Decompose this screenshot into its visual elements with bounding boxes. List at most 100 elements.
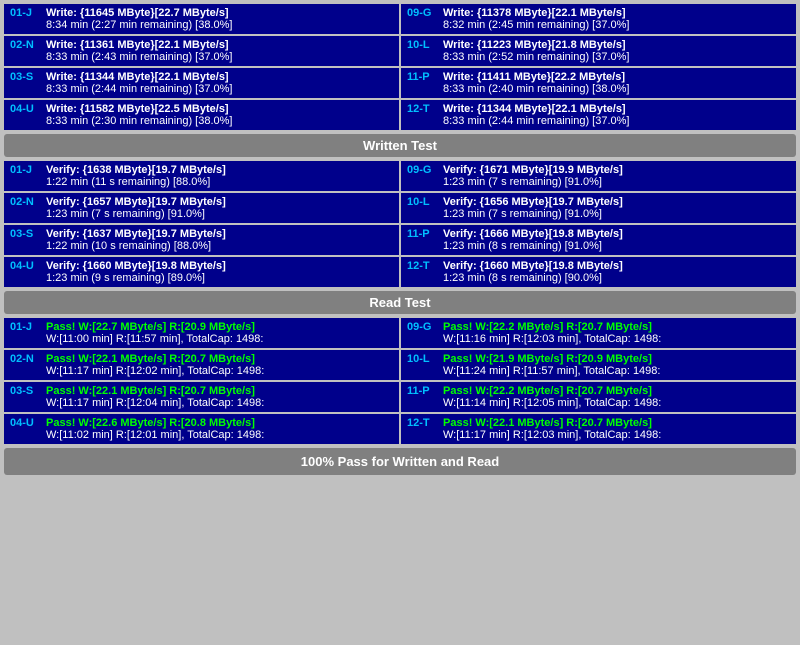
card-sub-text: 8:32 min (2:45 min remaining) [37.0%] [443, 19, 790, 31]
card-id: 04-U [10, 260, 42, 272]
card-12-T-right: 12-T Write: {11344 MByte}[22.1 MByte/s] … [401, 100, 796, 130]
card-row: 01-J Write: {11645 MByte}[22.7 MByte/s] [10, 7, 393, 19]
card-id: 01-J [10, 164, 42, 176]
card-main-text: Verify: {1660 MByte}[19.8 MByte/s] [46, 260, 226, 272]
card-main-text: Write: {11378 MByte}[22.1 MByte/s] [443, 7, 626, 19]
card-id: 11-P [407, 71, 439, 83]
card-sub-text: 1:23 min (7 s remaining) [91.0%] [443, 208, 790, 220]
write-section: 01-J Write: {11645 MByte}[22.7 MByte/s] … [4, 4, 796, 130]
card-row: 02-N Pass! W:[22.1 MByte/s] R:[20.7 MByt… [10, 353, 393, 365]
card-row: 11-P Pass! W:[22.2 MByte/s] R:[20.7 MByt… [407, 385, 790, 397]
card-main-text: Write: {11645 MByte}[22.7 MByte/s] [46, 7, 229, 19]
card-sub-text: 1:22 min (11 s remaining) [88.0%] [46, 176, 393, 188]
card-03-S-left: 03-S Write: {11344 MByte}[22.1 MByte/s] … [4, 68, 399, 98]
card-12-T-right: 12-T Pass! W:[22.1 MByte/s] R:[20.7 MByt… [401, 414, 796, 444]
card-main-text: Verify: {1671 MByte}[19.9 MByte/s] [443, 164, 623, 176]
card-main-text: Verify: {1656 MByte}[19.7 MByte/s] [443, 196, 623, 208]
card-sub-text: 8:33 min (2:44 min remaining) [37.0%] [46, 83, 393, 95]
card-sub-text: 8:33 min (2:43 min remaining) [37.0%] [46, 51, 393, 63]
card-row: 12-T Pass! W:[22.1 MByte/s] R:[20.7 MByt… [407, 417, 790, 429]
card-id: 01-J [10, 7, 42, 19]
verify-grid: 01-J Verify: {1638 MByte}[19.7 MByte/s] … [4, 161, 796, 287]
card-row: 04-U Verify: {1660 MByte}[19.8 MByte/s] [10, 260, 393, 272]
card-id: 02-N [10, 39, 42, 51]
card-detail: W:[11:17 min] R:[12:02 min], TotalCap: 1… [46, 365, 393, 377]
card-12-T-right: 12-T Verify: {1660 MByte}[19.8 MByte/s] … [401, 257, 796, 287]
card-02-N-left: 02-N Pass! W:[22.1 MByte/s] R:[20.7 MByt… [4, 350, 399, 380]
card-detail: W:[11:02 min] R:[12:01 min], TotalCap: 1… [46, 429, 393, 441]
card-sub-text: 1:23 min (8 s remaining) [91.0%] [443, 240, 790, 252]
card-sub-text: 1:23 min (8 s remaining) [90.0%] [443, 272, 790, 284]
pass-banner: 100% Pass for Written and Read [4, 448, 796, 475]
card-09-G-right: 09-G Write: {11378 MByte}[22.1 MByte/s] … [401, 4, 796, 34]
card-id: 11-P [407, 228, 439, 240]
card-pass-text: Pass! W:[22.6 MByte/s] R:[20.8 MByte/s] [46, 417, 255, 429]
card-id: 01-J [10, 321, 42, 333]
card-pass-text: Pass! W:[21.9 MByte/s] R:[20.9 MByte/s] [443, 353, 652, 365]
read-grid: 01-J Pass! W:[22.7 MByte/s] R:[20.9 MByt… [4, 318, 796, 444]
card-row: 04-U Pass! W:[22.6 MByte/s] R:[20.8 MByt… [10, 417, 393, 429]
card-id: 02-N [10, 196, 42, 208]
card-sub-text: 8:33 min (2:40 min remaining) [38.0%] [443, 83, 790, 95]
card-09-G-right: 09-G Pass! W:[22.2 MByte/s] R:[20.7 MByt… [401, 318, 796, 348]
card-main-text: Write: {11361 MByte}[22.1 MByte/s] [46, 39, 229, 51]
card-01-J-left: 01-J Pass! W:[22.7 MByte/s] R:[20.9 MByt… [4, 318, 399, 348]
card-03-S-left: 03-S Pass! W:[22.1 MByte/s] R:[20.7 MByt… [4, 382, 399, 412]
card-main-text: Verify: {1637 MByte}[19.7 MByte/s] [46, 228, 226, 240]
card-sub-text: 8:33 min (2:52 min remaining) [37.0%] [443, 51, 790, 63]
card-id: 12-T [407, 103, 439, 115]
card-detail: W:[11:00 min] R:[11:57 min], TotalCap: 1… [46, 333, 393, 345]
card-detail: W:[11:16 min] R:[12:03 min], TotalCap: 1… [443, 333, 790, 345]
write-grid: 01-J Write: {11645 MByte}[22.7 MByte/s] … [4, 4, 796, 130]
card-detail: W:[11:14 min] R:[12:05 min], TotalCap: 1… [443, 397, 790, 409]
card-sub-text: 1:23 min (7 s remaining) [91.0%] [46, 208, 393, 220]
card-pass-text: Pass! W:[22.2 MByte/s] R:[20.7 MByte/s] [443, 385, 652, 397]
card-04-U-left: 04-U Write: {11582 MByte}[22.5 MByte/s] … [4, 100, 399, 130]
card-row: 02-N Write: {11361 MByte}[22.1 MByte/s] [10, 39, 393, 51]
card-02-N-left: 02-N Verify: {1657 MByte}[19.7 MByte/s] … [4, 193, 399, 223]
card-id: 09-G [407, 164, 439, 176]
main-container: 01-J Write: {11645 MByte}[22.7 MByte/s] … [0, 0, 800, 479]
card-sub-text: 1:23 min (7 s remaining) [91.0%] [443, 176, 790, 188]
card-id: 11-P [407, 385, 439, 397]
card-sub-text: 8:33 min (2:44 min remaining) [37.0%] [443, 115, 790, 127]
card-11-P-right: 11-P Verify: {1666 MByte}[19.8 MByte/s] … [401, 225, 796, 255]
card-id: 02-N [10, 353, 42, 365]
card-id: 03-S [10, 385, 42, 397]
card-09-G-right: 09-G Verify: {1671 MByte}[19.9 MByte/s] … [401, 161, 796, 191]
read-section: 01-J Pass! W:[22.7 MByte/s] R:[20.9 MByt… [4, 318, 796, 444]
card-row: 11-P Verify: {1666 MByte}[19.8 MByte/s] [407, 228, 790, 240]
card-sub-text: 8:34 min (2:27 min remaining) [38.0%] [46, 19, 393, 31]
card-01-J-left: 01-J Verify: {1638 MByte}[19.7 MByte/s] … [4, 161, 399, 191]
card-detail: W:[11:17 min] R:[12:04 min], TotalCap: 1… [46, 397, 393, 409]
card-id: 04-U [10, 103, 42, 115]
card-main-text: Verify: {1638 MByte}[19.7 MByte/s] [46, 164, 226, 176]
card-main-text: Write: {11582 MByte}[22.5 MByte/s] [46, 103, 229, 115]
card-10-L-right: 10-L Pass! W:[21.9 MByte/s] R:[20.9 MByt… [401, 350, 796, 380]
card-main-text: Verify: {1666 MByte}[19.8 MByte/s] [443, 228, 623, 240]
verify-section: 01-J Verify: {1638 MByte}[19.7 MByte/s] … [4, 161, 796, 287]
card-id: 10-L [407, 353, 439, 365]
card-pass-text: Pass! W:[22.7 MByte/s] R:[20.9 MByte/s] [46, 321, 255, 333]
card-main-text: Write: {11223 MByte}[21.8 MByte/s] [443, 39, 626, 51]
card-10-L-right: 10-L Verify: {1656 MByte}[19.7 MByte/s] … [401, 193, 796, 223]
card-sub-text: 8:33 min (2:30 min remaining) [38.0%] [46, 115, 393, 127]
card-04-U-left: 04-U Verify: {1660 MByte}[19.8 MByte/s] … [4, 257, 399, 287]
card-id: 09-G [407, 7, 439, 19]
card-pass-text: Pass! W:[22.2 MByte/s] R:[20.7 MByte/s] [443, 321, 652, 333]
card-01-J-left: 01-J Write: {11645 MByte}[22.7 MByte/s] … [4, 4, 399, 34]
card-id: 03-S [10, 228, 42, 240]
card-pass-text: Pass! W:[22.1 MByte/s] R:[20.7 MByte/s] [443, 417, 652, 429]
card-main-text: Verify: {1660 MByte}[19.8 MByte/s] [443, 260, 623, 272]
card-row: 01-J Pass! W:[22.7 MByte/s] R:[20.9 MByt… [10, 321, 393, 333]
card-id: 12-T [407, 260, 439, 272]
card-id: 04-U [10, 417, 42, 429]
card-03-S-left: 03-S Verify: {1637 MByte}[19.7 MByte/s] … [4, 225, 399, 255]
card-row: 09-G Verify: {1671 MByte}[19.9 MByte/s] [407, 164, 790, 176]
card-row: 09-G Write: {11378 MByte}[22.1 MByte/s] [407, 7, 790, 19]
card-row: 03-S Verify: {1637 MByte}[19.7 MByte/s] [10, 228, 393, 240]
card-row: 12-T Write: {11344 MByte}[22.1 MByte/s] [407, 103, 790, 115]
card-11-P-right: 11-P Write: {11411 MByte}[22.2 MByte/s] … [401, 68, 796, 98]
card-sub-text: 1:23 min (9 s remaining) [89.0%] [46, 272, 393, 284]
card-detail: W:[11:24 min] R:[11:57 min], TotalCap: 1… [443, 365, 790, 377]
